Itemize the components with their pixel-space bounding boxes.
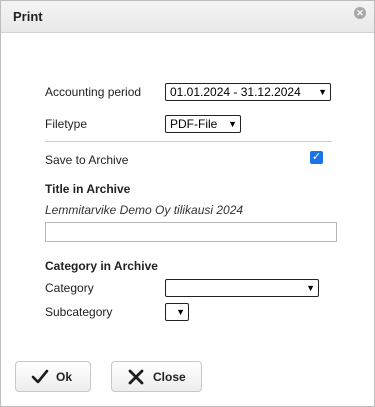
accounting-period-value: 01.01.2024 - 31.12.2024 [170, 85, 301, 99]
title-in-archive-input[interactable] [45, 222, 337, 242]
filetype-value: PDF-File [170, 117, 218, 131]
divider [45, 141, 332, 142]
subcategory-select[interactable]: ▼ [165, 303, 189, 321]
chevron-down-icon: ▼ [228, 119, 237, 129]
filetype-label: Filetype [45, 117, 88, 131]
ok-button[interactable]: Ok [15, 361, 91, 392]
accounting-period-label: Accounting period [45, 85, 142, 99]
accounting-period-select[interactable]: 01.01.2024 - 31.12.2024 ▼ [165, 83, 331, 101]
checkmark-icon [31, 369, 49, 384]
filetype-select[interactable]: PDF-File ▼ [165, 115, 241, 133]
dialog-title: Print [13, 9, 43, 24]
print-dialog: Print ✕ Accounting period 01.01.2024 - 3… [0, 0, 375, 407]
chevron-down-icon: ▼ [176, 307, 185, 317]
title-in-archive-text: Lemmitarvike Demo Oy tilikausi 2024 [45, 203, 244, 217]
ok-button-label: Ok [56, 370, 73, 384]
dialog-titlebar[interactable]: Print ✕ [1, 1, 374, 33]
chevron-down-icon: ▼ [318, 87, 327, 97]
close-button-label: Close [153, 370, 186, 384]
title-in-archive-heading: Title in Archive [45, 182, 131, 196]
save-to-archive-label: Save to Archive [45, 153, 129, 167]
chevron-down-icon: ▼ [306, 283, 315, 293]
category-in-archive-heading: Category in Archive [45, 259, 158, 273]
subcategory-label: Subcategory [45, 305, 113, 319]
save-to-archive-checkbox[interactable]: ✓ [310, 151, 323, 164]
close-icon[interactable]: ✕ [354, 7, 366, 19]
close-button[interactable]: Close [111, 361, 202, 392]
category-select[interactable]: ▼ [165, 279, 319, 297]
category-label: Category [45, 281, 94, 295]
close-x-icon [128, 369, 144, 385]
